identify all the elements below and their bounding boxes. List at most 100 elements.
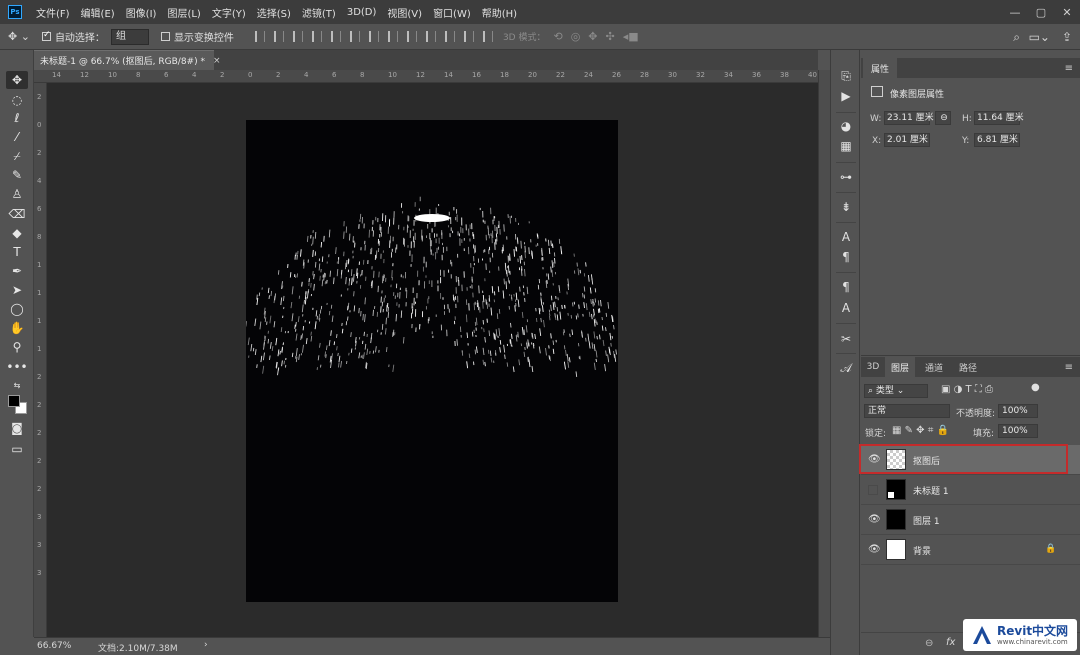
align-left-icon[interactable]	[311, 31, 322, 42]
filter-toggle-icon[interactable]: ●	[1031, 382, 1040, 393]
distribute-vcenter-icon[interactable]	[387, 31, 398, 42]
x-field[interactable]: 2.01 厘米	[884, 133, 930, 147]
tab-3d[interactable]: 3D	[863, 357, 883, 377]
align-right-icon[interactable]	[349, 31, 360, 42]
align-top-icon[interactable]	[254, 31, 265, 42]
quick-mask-icon[interactable]: ◙	[6, 419, 28, 437]
visibility-empty-box[interactable]	[868, 485, 878, 495]
menu-image[interactable]: 图像(I)	[126, 5, 157, 20]
align-vcenter-icon[interactable]	[273, 31, 284, 42]
close-window-button[interactable]: ✕	[1054, 6, 1080, 19]
distribute-right-icon[interactable]	[463, 31, 474, 42]
libraries-panel-icon[interactable]: ⇟	[838, 199, 854, 215]
auto-select-checkbox[interactable]	[41, 30, 51, 41]
distribute-top-icon[interactable]	[368, 31, 379, 42]
glyphs-panel-icon[interactable]: 𝒜	[838, 360, 854, 376]
magic-wand-tool-icon[interactable]: ⁄	[6, 128, 28, 146]
marquee-tool-icon[interactable]: ◌	[6, 91, 28, 109]
zoom-tool-icon[interactable]: ⚲	[6, 338, 28, 356]
share-icon[interactable]: ⇪	[1062, 24, 1072, 50]
eraser-tool-icon[interactable]: ⌫	[6, 205, 28, 223]
hand-tool-icon[interactable]: ✋	[6, 319, 28, 337]
restore-button[interactable]: ▢	[1028, 6, 1054, 19]
stamp-tool-icon[interactable]: ♙	[6, 185, 28, 203]
layer-row-untitled[interactable]: 未标题 1	[861, 475, 1080, 505]
tab-layers[interactable]: 图层	[885, 357, 915, 377]
height-field[interactable]: 11.64 厘米	[974, 111, 1024, 125]
pen-tool-icon[interactable]: ✒	[6, 262, 28, 280]
distribute-left-icon[interactable]	[425, 31, 436, 42]
type-tool-icon[interactable]: T	[6, 243, 28, 261]
move-tool-icon[interactable]: ✥	[6, 71, 28, 89]
shape-tool-icon[interactable]: ◯	[6, 300, 28, 318]
more-tools-icon[interactable]: •••	[6, 358, 28, 376]
history-panel-icon[interactable]: ⎘	[838, 68, 854, 84]
search-icon[interactable]: ⌕	[1013, 24, 1020, 50]
lasso-tool-icon[interactable]: ℓ	[6, 109, 28, 127]
distribute-hcenter-icon[interactable]	[444, 31, 455, 42]
auto-align-icon[interactable]	[482, 31, 493, 42]
lock-icons[interactable]: ▦ ✎ ✥ ⌗ 🔒	[892, 425, 949, 436]
photoshop-logo-icon[interactable]: Ps	[8, 5, 22, 19]
link-layers-icon[interactable]: ⊖	[925, 638, 933, 649]
brush-tool-icon[interactable]: ✎	[6, 166, 28, 184]
layer-name[interactable]: 背景	[913, 544, 931, 557]
layers-menu-icon[interactable]: ≡	[1065, 362, 1073, 373]
3d-camera-icon[interactable]: ◂■	[623, 30, 639, 43]
visibility-eye-icon[interactable]: 👁	[868, 514, 881, 525]
menu-window[interactable]: 窗口(W)	[433, 5, 471, 20]
tab-properties[interactable]: 属性	[863, 58, 897, 78]
character-styles-icon[interactable]: A	[838, 300, 854, 316]
menu-help[interactable]: 帮助(H)	[482, 5, 517, 20]
paragraph-styles-icon[interactable]: ¶	[838, 279, 854, 295]
swap-colors-icon[interactable]: ⇆	[6, 376, 28, 394]
minimize-button[interactable]: —	[1002, 6, 1028, 19]
layer-filter-dropdown[interactable]: ⌕ 类型 ⌄	[864, 384, 928, 398]
layer-filter-icons[interactable]: ▣ ◑ T ⛶ ⎙	[941, 384, 993, 395]
auto-select-dropdown[interactable]: 组	[110, 28, 149, 45]
menu-type[interactable]: 文字(Y)	[212, 5, 246, 20]
document-tab[interactable]: 未标题-1 @ 66.7% (抠图后, RGB/8#) * ×	[34, 50, 221, 70]
align-bottom-icon[interactable]	[292, 31, 303, 42]
tab-channels[interactable]: 通道	[919, 357, 949, 377]
path-select-tool-icon[interactable]: ➤	[6, 281, 28, 299]
screen-mode-icon[interactable]: ▭	[6, 440, 28, 458]
show-transform-checkbox[interactable]	[160, 32, 170, 41]
blend-mode-dropdown[interactable]: 正常	[864, 404, 950, 418]
3d-roll-icon[interactable]: ◎	[571, 30, 581, 43]
close-document-icon[interactable]: ×	[213, 56, 221, 66]
properties-menu-icon[interactable]: ≡	[1065, 63, 1073, 74]
visibility-eye-icon[interactable]: 👁	[868, 544, 881, 555]
horizontal-ruler[interactable]: 14 12 10 8 6 4 2 0 2 4 6 8 10 12 14 16 18 20 22 24 26 28 30 32 3…	[34, 70, 818, 83]
3d-slide-icon[interactable]: ✣	[606, 30, 615, 43]
opacity-field[interactable]: 100%	[998, 404, 1038, 418]
layer-row-layer1[interactable]: 👁 图层 1	[861, 505, 1080, 535]
tool-presets-icon[interactable]: ✂	[838, 331, 854, 347]
fill-field[interactable]: 100%	[998, 424, 1038, 438]
y-field[interactable]: 6.81 厘米	[974, 133, 1020, 147]
paragraph-panel-icon[interactable]: ¶	[838, 249, 854, 265]
tab-paths[interactable]: 路径	[953, 357, 983, 377]
menu-edit[interactable]: 编辑(E)	[81, 5, 115, 20]
move-tool-preset-icon[interactable]: ✥ ⌄	[8, 30, 30, 43]
vertical-scrollbar[interactable]	[818, 70, 830, 637]
workspace-icon[interactable]: ▭⌄	[1029, 24, 1050, 50]
document-canvas[interactable]	[246, 120, 618, 602]
menu-view[interactable]: 视图(V)	[387, 5, 422, 20]
layer-name[interactable]: 未标题 1	[913, 484, 949, 497]
actions-panel-icon[interactable]: ▶	[838, 88, 854, 104]
character-panel-icon[interactable]: A	[838, 229, 854, 245]
layer-row-background[interactable]: 👁 背景 🔒	[861, 535, 1080, 565]
3d-pan-icon[interactable]: ✥	[588, 30, 597, 43]
adjustments-panel-icon[interactable]: ⊶	[838, 169, 854, 185]
fx-button[interactable]: fx	[946, 637, 955, 648]
menu-filter[interactable]: 滤镜(T)	[302, 5, 336, 20]
zoom-level[interactable]: 66.67%	[37, 641, 71, 651]
swatches-panel-icon[interactable]: ▦	[838, 138, 854, 154]
eyedropper-tool-icon[interactable]: ⌿	[6, 147, 28, 165]
foreground-color-swatch[interactable]	[8, 395, 20, 407]
fill-tool-icon[interactable]: ◆	[6, 224, 28, 242]
layer-name[interactable]: 图层 1	[913, 514, 940, 527]
menu-file[interactable]: 文件(F)	[36, 5, 70, 20]
menu-select[interactable]: 选择(S)	[257, 5, 291, 20]
